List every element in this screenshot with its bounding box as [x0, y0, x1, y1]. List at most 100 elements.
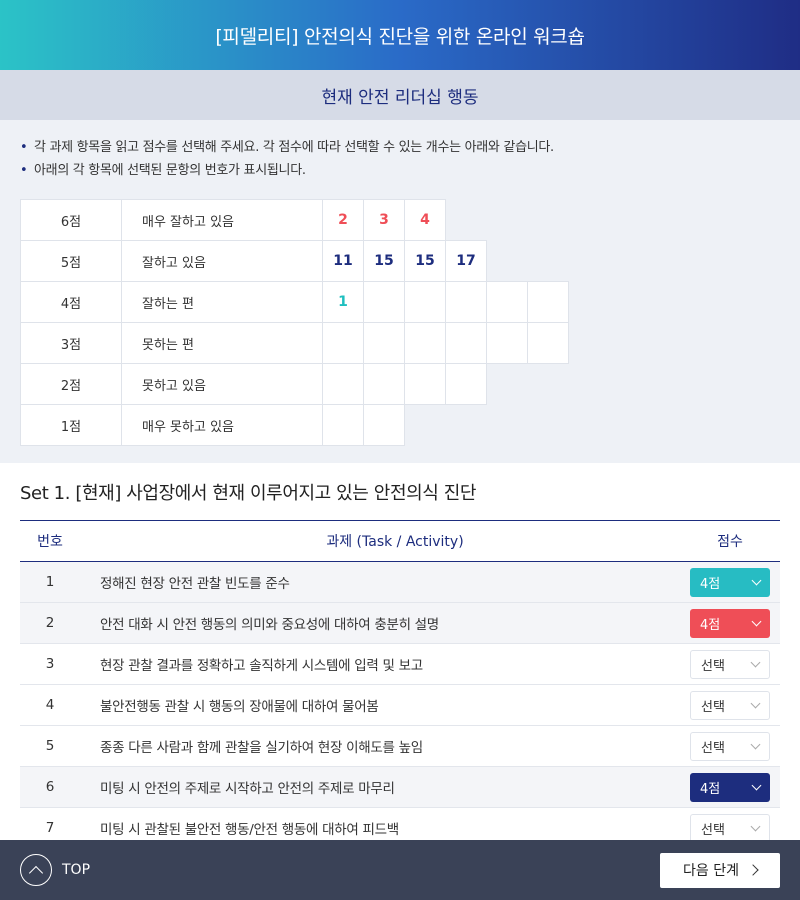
score-slot [486, 281, 528, 323]
score-select[interactable]: 선택 [690, 813, 770, 843]
row-number: 1 [45, 574, 55, 590]
table-header-row: 번호 과제 (Task / Activity) 점수 [20, 521, 780, 562]
score-slot [404, 363, 446, 405]
score-slot [322, 363, 364, 405]
score-description: 잘하는 편 [121, 281, 323, 323]
top-button[interactable]: TOP [20, 854, 90, 886]
score-slot [404, 281, 446, 323]
score-select-value: 4점 [700, 617, 721, 633]
score-select-value: 선택 [701, 740, 725, 756]
score-slot [363, 363, 405, 405]
task-text: 종종 다른 사람과 함께 관찰을 실기하여 현장 이해도를 높임 [100, 740, 423, 756]
row-number: 7 [45, 820, 55, 836]
score-slot: 2 [322, 199, 364, 241]
score-description: 못하고 있음 [121, 363, 323, 405]
score-select-value: 4점 [700, 576, 721, 592]
task-text: 안전 대화 시 안전 행동의 의미와 중요성에 대하여 충분히 설명 [100, 617, 439, 633]
set-section: Set 1. [현재] 사업장에서 현재 이루어지고 있는 안전의식 진단 번호… [0, 463, 800, 849]
score-slot [404, 322, 446, 364]
score-grid-row: 1점 매우 못하고 있음 [20, 404, 780, 446]
score-grid-row: 2점 못하고 있음 [20, 363, 780, 405]
row-number: 3 [45, 656, 55, 672]
score-cell: 4점 [680, 772, 780, 802]
score-description: 매우 못하고 있음 [121, 404, 323, 446]
score-select[interactable]: 선택 [690, 731, 770, 761]
score-slot [322, 404, 364, 446]
row-number: 6 [45, 779, 55, 795]
score-grid-row: 6점 매우 잘하고 있음 2 3 4 [20, 199, 780, 241]
next-step-label: 다음 단계 [683, 863, 739, 879]
chevron-down-icon [750, 698, 761, 708]
score-slot [486, 322, 528, 364]
score-cell: 4점 [680, 608, 780, 638]
table-row: 1 정해진 현장 안전 관찰 빈도를 준수 4점 [20, 562, 780, 603]
task-text: 미팅 시 안전의 주제로 시작하고 안전의 주제로 마무리 [100, 781, 395, 797]
arrow-up-icon [20, 854, 52, 886]
score-select-value: 선택 [701, 822, 725, 838]
page-title: [피델리티] 안전의식 진단을 위한 온라인 워크숍 [215, 25, 585, 48]
score-slot [322, 322, 364, 364]
table-row: 5 종종 다른 사람과 함께 관찰을 실기하여 현장 이해도를 높임 선택 [20, 726, 780, 767]
instruction-item: 아래의 각 항목에 선택된 문항의 번호가 표시됩니다. [20, 159, 780, 182]
score-select[interactable]: 4점 [690, 608, 770, 638]
score-slot [445, 322, 487, 364]
score-slot: 17 [445, 240, 487, 282]
section-header: 현재 안전 리더십 행동 [0, 70, 800, 120]
score-slot: 1 [322, 281, 364, 323]
score-description: 못하는 편 [121, 322, 323, 364]
chevron-down-icon [750, 739, 761, 749]
header-score: 점수 [717, 534, 743, 550]
score-slot: 11 [322, 240, 364, 282]
score-slot [363, 281, 405, 323]
score-select[interactable]: 선택 [690, 690, 770, 720]
score-select-value: 4점 [700, 781, 721, 797]
instructions-list: 각 과제 항목을 읽고 점수를 선택해 주세요. 각 점수에 따라 선택할 수 … [20, 136, 780, 182]
header-task: 과제 (Task / Activity) [326, 534, 464, 550]
task-text: 현장 관찰 결과를 정확하고 솔직하게 시스템에 입력 및 보고 [100, 658, 423, 674]
task-text: 미팅 시 관찰된 불안전 행동/안전 행동에 대하여 피드백 [100, 822, 399, 838]
info-panel: 각 과제 항목을 읽고 점수를 선택해 주세요. 각 점수에 따라 선택할 수 … [0, 120, 800, 463]
score-grid-row: 4점 잘하는 편1 [20, 281, 780, 323]
chevron-down-icon [750, 821, 761, 831]
score-cell: 선택 [680, 649, 780, 679]
score-label: 2점 [20, 363, 122, 405]
score-slot [363, 322, 405, 364]
score-slot: 3 [363, 199, 405, 241]
chevron-down-icon [751, 575, 762, 585]
task-text: 불안전행동 관찰 시 행동의 장애물에 대하여 물어봄 [100, 699, 379, 715]
row-number: 4 [45, 697, 55, 713]
table-row: 3 현장 관찰 결과를 정확하고 솔직하게 시스템에 입력 및 보고 선택 [20, 644, 780, 685]
score-distribution-grid: 6점 매우 잘하고 있음 2 3 4 5점 잘하고 있음 11 15 15 17 4점 잘하는 편 1 3점… [20, 199, 780, 446]
score-description: 매우 잘하고 있음 [121, 199, 323, 241]
task-text: 정해진 현장 안전 관찰 빈도를 준수 [100, 576, 290, 592]
score-slot: 15 [404, 240, 446, 282]
score-cell: 4점 [680, 567, 780, 597]
score-label: 6점 [20, 199, 122, 241]
chevron-down-icon [750, 657, 761, 667]
header-number: 번호 [37, 534, 63, 550]
chevron-right-icon [747, 864, 759, 876]
score-grid-row: 5점 잘하고 있음 11 15 15 17 [20, 240, 780, 282]
score-select-value: 선택 [701, 699, 725, 715]
score-select[interactable]: 4점 [690, 772, 770, 802]
task-table: 번호 과제 (Task / Activity) 점수 1 정해진 현장 안전 관찰… [20, 520, 780, 849]
score-select[interactable]: 4점 [690, 567, 770, 597]
table-row: 6 미팅 시 안전의 주제로 시작하고 안전의 주제로 마무리 4점 [20, 767, 780, 808]
score-slot [445, 363, 487, 405]
score-label: 4점 [20, 281, 122, 323]
score-slot [527, 322, 569, 364]
score-select[interactable]: 선택 [690, 649, 770, 679]
next-step-button[interactable]: 다음 단계 [660, 852, 780, 888]
score-slot [445, 281, 487, 323]
score-cell: 선택 [680, 731, 780, 761]
instruction-item: 각 과제 항목을 읽고 점수를 선택해 주세요. 각 점수에 따라 선택할 수 … [20, 136, 780, 159]
page-header: [피델리티] 안전의식 진단을 위한 온라인 워크숍 [0, 0, 800, 70]
score-slot [363, 404, 405, 446]
score-cell: 선택 [680, 813, 780, 843]
score-description: 잘하고 있음 [121, 240, 323, 282]
row-number: 2 [45, 615, 55, 631]
score-slot: 15 [363, 240, 405, 282]
row-number: 5 [45, 738, 55, 754]
score-select-value: 선택 [701, 658, 725, 674]
table-row: 2 안전 대화 시 안전 행동의 의미와 중요성에 대하여 충분히 설명 4점 [20, 603, 780, 644]
